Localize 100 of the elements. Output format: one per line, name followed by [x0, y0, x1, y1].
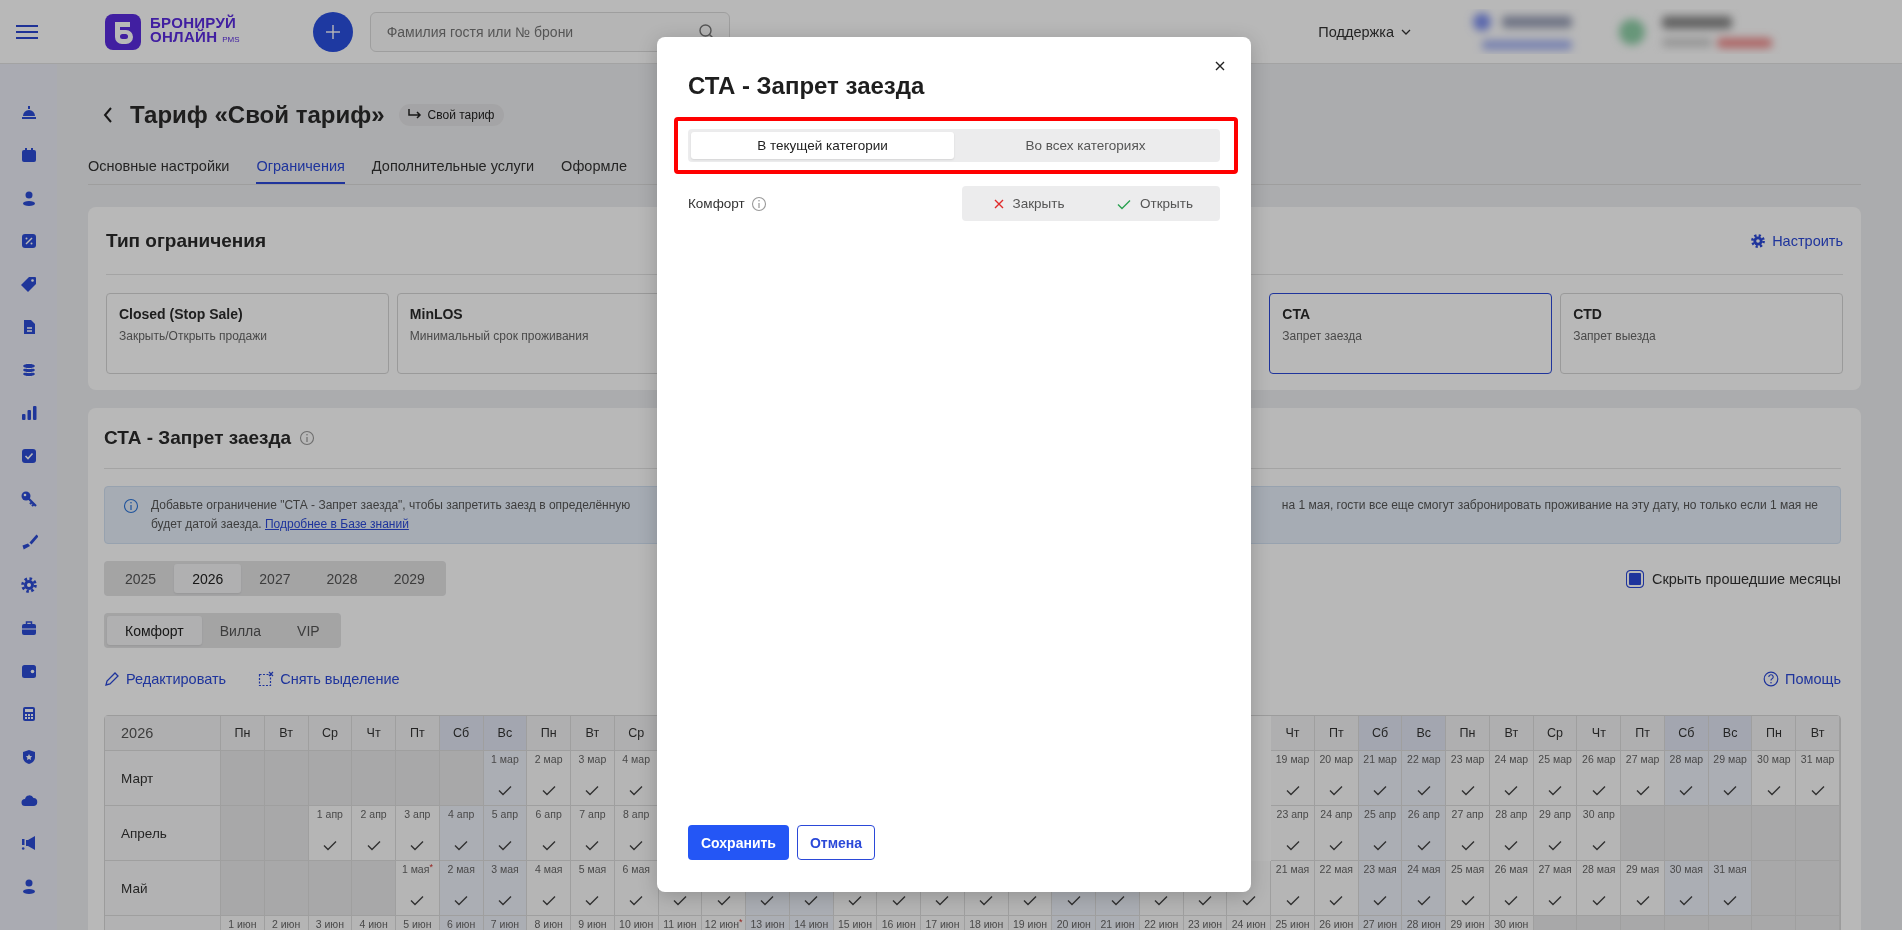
- calendar-cell[interactable]: 23 мая: [1358, 861, 1403, 916]
- calendar-cell[interactable]: 13 июн: [746, 916, 790, 930]
- calendar-cell[interactable]: 23 апр: [1271, 806, 1315, 861]
- chart-icon[interactable]: [19, 404, 38, 422]
- year-tab[interactable]: 2027: [241, 564, 309, 593]
- calendar-cell[interactable]: 27 мар: [1621, 751, 1665, 806]
- edit-link[interactable]: Редактировать: [104, 671, 227, 687]
- calendar-cell[interactable]: 31 мая: [1708, 861, 1753, 916]
- tab[interactable]: Дополнительные услуги: [371, 150, 535, 184]
- calendar-cell[interactable]: 27 апр: [1446, 806, 1490, 861]
- calendar-cell[interactable]: 1 мая$^{*}$: [396, 861, 440, 916]
- calendar-cell[interactable]: 3 мар: [571, 751, 615, 806]
- calendar-cell[interactable]: 7 июн: [483, 916, 528, 930]
- calendar-cell[interactable]: 27 мая: [1533, 861, 1578, 916]
- calendar-cell[interactable]: 3 апр: [396, 806, 440, 861]
- calendar-cell[interactable]: 5 апр: [483, 806, 528, 861]
- calendar-cell[interactable]: 6 апр: [527, 806, 572, 861]
- calendar-cell[interactable]: 2 мар: [527, 751, 572, 806]
- add-button[interactable]: [312, 11, 353, 52]
- calendar-cell[interactable]: 22 мая: [1314, 861, 1359, 916]
- calendar-cell[interactable]: 2 апр: [352, 806, 396, 861]
- restriction-card[interactable]: Closed (Stop Sale) Закрыть/Открыть продажи: [106, 293, 389, 374]
- year-tab[interactable]: 2025: [107, 564, 175, 593]
- year-tab[interactable]: 2029: [375, 564, 443, 593]
- calendar-cell[interactable]: 29 апр: [1533, 806, 1578, 861]
- clear-selection-link[interactable]: Снять выделение: [258, 671, 400, 687]
- calendar-cell[interactable]: 12 июн$^{*}$: [702, 916, 747, 930]
- calendar-cell[interactable]: 23 мар: [1446, 751, 1490, 806]
- calendar-cell[interactable]: 28 апр: [1489, 806, 1534, 861]
- tab[interactable]: Основные настройки: [88, 150, 230, 184]
- tab[interactable]: Ограничения: [256, 150, 345, 184]
- briefcase-icon[interactable]: [19, 619, 38, 637]
- calendar-cell[interactable]: 4 мая: [527, 861, 572, 916]
- year-tab[interactable]: 2028: [308, 564, 376, 593]
- back-button[interactable]: [102, 106, 114, 124]
- calendar-cell[interactable]: 27 июн: [1358, 916, 1403, 930]
- gear-icon[interactable]: [19, 576, 38, 594]
- calendar-cell[interactable]: 4 апр: [439, 806, 484, 861]
- calendar-cell[interactable]: 25 апр: [1358, 806, 1403, 861]
- calendar-cell[interactable]: 29 мая: [1621, 861, 1665, 916]
- calendar-cell[interactable]: 25 мар: [1533, 751, 1578, 806]
- bell-icon[interactable]: [19, 103, 38, 121]
- megaphone-icon[interactable]: [19, 834, 38, 852]
- restriction-card[interactable]: CTD Запрет выезда: [1560, 293, 1843, 374]
- calendar-cell[interactable]: 21 мар: [1358, 751, 1403, 806]
- calendar-cell[interactable]: 28 мар: [1664, 751, 1709, 806]
- checkbox[interactable]: [1625, 569, 1644, 588]
- calendar-cell[interactable]: 1 апр: [308, 806, 353, 861]
- category-tab[interactable]: Вилла: [201, 616, 280, 645]
- scope-tab[interactable]: Во всех категориях: [954, 132, 1217, 159]
- calendar-cell[interactable]: 1 мар: [483, 751, 528, 806]
- category-tab[interactable]: VIP: [279, 616, 338, 645]
- help-link[interactable]: Помощь: [1763, 671, 1841, 687]
- calendar-cell[interactable]: 24 мая: [1402, 861, 1447, 916]
- status-option[interactable]: Закрыть: [965, 189, 1091, 218]
- calendar-cell[interactable]: 14 июн: [789, 916, 834, 930]
- calendar-cell[interactable]: 22 мар: [1402, 751, 1447, 806]
- weekday-header: Пт: [1621, 716, 1665, 751]
- knowledge-base-link[interactable]: Подробнее в Базе знаний: [265, 517, 409, 531]
- calendar-cell[interactable]: 25 мая: [1446, 861, 1490, 916]
- calendar-cell[interactable]: 31 мар: [1796, 751, 1840, 806]
- calendar-cell[interactable]: 28 мая: [1577, 861, 1622, 916]
- configure-link[interactable]: Настроить: [1750, 232, 1843, 249]
- calendar-cell[interactable]: 3 мая: [483, 861, 528, 916]
- calendar-cell[interactable]: 24 апр: [1314, 806, 1359, 861]
- calendar-cell[interactable]: 6 июн: [439, 916, 484, 930]
- search-field[interactable]: Фамилия гостя или № брони: [369, 11, 730, 52]
- cancel-button[interactable]: Отмена: [796, 825, 876, 860]
- wallet-icon[interactable]: [19, 662, 38, 680]
- calendar-cell[interactable]: 2 мая: [439, 861, 484, 916]
- percent-icon[interactable]: [19, 232, 38, 250]
- category-tab[interactable]: Комфорт: [107, 616, 202, 645]
- calendar-cell[interactable]: 30 апр: [1577, 806, 1622, 861]
- calendar-icon[interactable]: [19, 146, 38, 164]
- calendar-cell[interactable]: 20 мар: [1314, 751, 1359, 806]
- calendar-cell[interactable]: 20 июн: [1052, 916, 1097, 930]
- calendar-cell[interactable]: 7 апр: [571, 806, 615, 861]
- key-icon[interactable]: [19, 490, 38, 508]
- menu-icon[interactable]: [16, 22, 38, 41]
- calendar-cell[interactable]: 30 мар: [1752, 751, 1797, 806]
- tab[interactable]: Оформле: [561, 150, 627, 184]
- calendar-cell[interactable]: 21 мая: [1271, 861, 1315, 916]
- year-tab[interactable]: 2026: [174, 564, 242, 593]
- calendar-cell[interactable]: 19 мар: [1271, 751, 1315, 806]
- calendar-cell[interactable]: 26 мая: [1489, 861, 1534, 916]
- calendar-cell[interactable]: 30 мая: [1664, 861, 1709, 916]
- tag-icon[interactable]: [19, 275, 38, 293]
- scope-tab[interactable]: В текущей категории: [691, 132, 954, 159]
- calendar-cell[interactable]: 26 апр: [1402, 806, 1447, 861]
- calendar-cell[interactable]: 5 мая: [571, 861, 615, 916]
- calendar-cell[interactable]: 28 июн: [1402, 916, 1447, 930]
- calendar-cell[interactable]: 24 мар: [1489, 751, 1534, 806]
- calendar-cell[interactable]: 21 июн: [1096, 916, 1140, 930]
- status-option[interactable]: Открыть: [1091, 189, 1217, 218]
- calendar-cell[interactable]: 26 мар: [1577, 751, 1622, 806]
- calendar-cell[interactable]: 29 мар: [1708, 751, 1753, 806]
- checkbox-icon[interactable]: [19, 447, 38, 465]
- restriction-card[interactable]: CTA Запрет заезда: [1269, 293, 1553, 374]
- support-dropdown[interactable]: Поддержка: [1318, 23, 1412, 40]
- save-button[interactable]: Сохранить: [688, 825, 789, 860]
